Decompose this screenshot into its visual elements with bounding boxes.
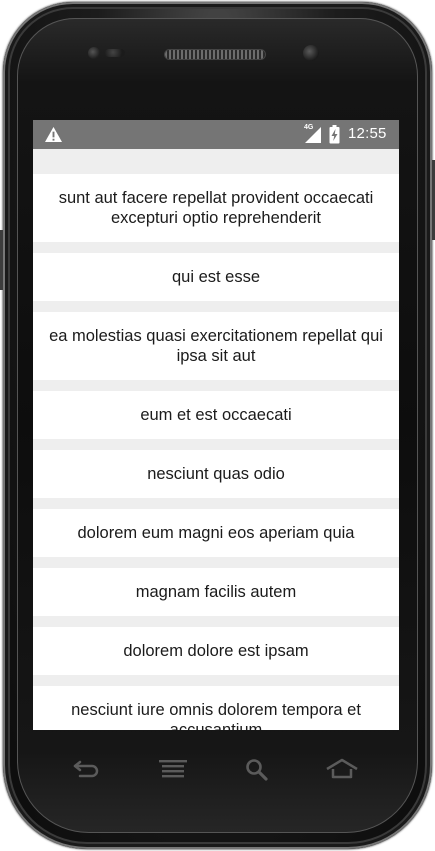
network-type-label: 4G (304, 124, 314, 131)
list-item[interactable]: magnam facilis autem (33, 568, 399, 616)
status-bar: 4G 12:55 (33, 120, 399, 149)
list-item-title: qui est esse (171, 268, 261, 286)
sensor-icon (88, 47, 100, 59)
list-item-title: dolorem eum magni eos aperiam quia (77, 524, 355, 542)
list-item-title: magnam facilis autem (135, 583, 297, 601)
volume-button (0, 230, 3, 290)
list-item[interactable]: dolorem dolore est ipsam (33, 627, 399, 675)
list-item-title: ea molestias quasi exercitationem repell… (49, 327, 383, 365)
status-time: 12:55 (348, 125, 387, 142)
battery-charging-icon (329, 125, 340, 144)
list-item-title: nesciunt iure omnis dolorem tempora et a… (71, 701, 361, 730)
home-icon[interactable] (325, 757, 359, 783)
list-item[interactable]: qui est esse (33, 253, 399, 301)
search-icon[interactable] (243, 757, 273, 783)
list-item[interactable]: dolorem eum magni eos aperiam quia (33, 509, 399, 557)
menu-icon[interactable] (158, 757, 188, 783)
post-list[interactable]: sunt aut facere repellat provident occae… (33, 149, 399, 730)
back-icon[interactable] (72, 757, 102, 783)
list-item[interactable]: ea molestias quasi exercitationem repell… (33, 312, 399, 380)
list-item-title: sunt aut facere repellat provident occae… (58, 189, 374, 227)
warning-icon (45, 126, 62, 143)
list-item-title: nesciunt quas odio (147, 465, 285, 483)
list-item-title: dolorem dolore est ipsam (123, 642, 309, 660)
list-item-title: eum et est occaecati (140, 406, 292, 424)
list-item[interactable]: sunt aut facere repellat provident occae… (33, 174, 399, 242)
list-item[interactable]: nesciunt quas odio (33, 450, 399, 498)
earpiece-speaker (165, 50, 265, 59)
device-screen: 4G 12:55 sunt aut facere repellat provid… (33, 120, 399, 730)
list-item[interactable]: eum et est occaecati (33, 391, 399, 439)
proximity-sensor-icon (105, 49, 125, 57)
front-camera-icon (303, 45, 319, 61)
list-item[interactable]: nesciunt iure omnis dolorem tempora et a… (33, 686, 399, 730)
